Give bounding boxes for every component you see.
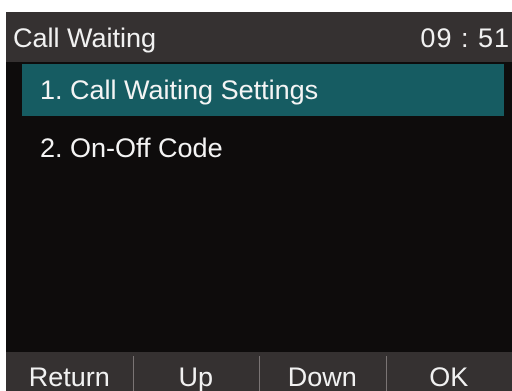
up-softkey[interactable]: Up: [132, 352, 260, 391]
title-bar: Call Waiting 09 : 51: [6, 12, 512, 62]
down-softkey[interactable]: Down: [259, 352, 386, 391]
page-title: Call Waiting: [13, 23, 157, 53]
return-softkey[interactable]: Return: [6, 352, 133, 391]
menu-item-on-off-code[interactable]: 2. On-Off Code: [22, 122, 504, 174]
softkey-bar: Return Up Down OK: [6, 352, 512, 391]
menu-item-call-waiting-settings[interactable]: 1. Call Waiting Settings: [22, 64, 504, 116]
clock: 09 : 51: [420, 23, 510, 53]
phone-screen: Call Waiting 09 : 51 1. Call Waiting Set…: [6, 12, 512, 391]
ok-softkey[interactable]: OK: [385, 352, 512, 391]
menu-list: 1. Call Waiting Settings 2. On-Off Code: [22, 64, 504, 180]
